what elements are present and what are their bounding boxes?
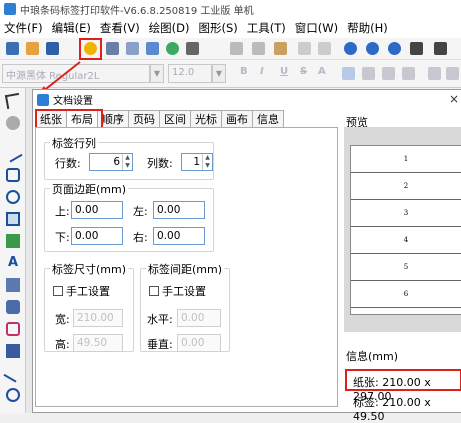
top-margin-input[interactable]: 0.00 <box>71 201 123 219</box>
dialog-title-bar: 文档设置 <box>33 90 461 109</box>
horizontal-spacing-label: 水平: <box>147 313 173 326</box>
left-margin-label: 左: <box>133 205 148 218</box>
vertical-spacing-label: 垂直: <box>147 338 173 351</box>
rows-stepper[interactable]: 6 ▲ ▼ <box>89 153 133 171</box>
preview-label-row: 2 <box>351 173 461 200</box>
vertical-spacing-input[interactable]: 0.00 <box>177 334 221 352</box>
checkbox-box[interactable] <box>53 286 63 296</box>
label-rows-group: 标签行列 行数: 6 ▲ ▼ 列数: 1 ▲ ▼ <box>44 135 214 180</box>
preview-label-row: 5 <box>351 254 461 281</box>
width-label: 宽: <box>55 313 70 326</box>
checkbox-box[interactable] <box>149 286 159 296</box>
tab-range[interactable]: 区间 <box>159 110 191 128</box>
preview-label-row: 1 <box>351 146 461 173</box>
stepper-arrows-icon[interactable]: ▲ ▼ <box>202 154 212 170</box>
cols-label: 列数: <box>147 157 173 170</box>
page-margin-group: 页面边距(mm) 上: 0.00 左: 0.00 下: 0.00 右: 0.00 <box>44 181 214 252</box>
cols-stepper[interactable]: 1 ▲ ▼ <box>181 153 213 171</box>
bottom-margin-label: 下: <box>55 231 70 244</box>
manual-size-label: 手工设置 <box>66 285 110 298</box>
top-margin-label: 上: <box>55 205 70 218</box>
rows-value: 6 <box>113 156 120 168</box>
left-margin-input[interactable]: 0.00 <box>153 201 205 219</box>
stepper-arrows-icon[interactable]: ▲ ▼ <box>122 154 132 170</box>
layout-panel: 标签行列 行数: 6 ▲ ▼ 列数: 1 ▲ ▼ 页面边距(mm) 上: 0.00 … <box>35 127 338 407</box>
manual-size-checkbox[interactable]: 手工设置 <box>53 283 110 299</box>
tab-canvas[interactable]: 画布 <box>221 110 253 128</box>
close-icon[interactable]: × <box>449 92 459 106</box>
dialog-title: 文档设置 <box>53 96 93 107</box>
group-title: 标签行列 <box>50 135 98 151</box>
info-title: 信息(mm) <box>346 350 399 363</box>
preview-label-row: 6 <box>351 281 461 308</box>
bottom-margin-input[interactable]: 0.00 <box>71 227 123 245</box>
label-size-info: 标签: 210.00 x 49.50 <box>353 396 431 423</box>
manual-spacing-checkbox[interactable]: 手工设置 <box>149 283 206 299</box>
paper-info-highlight <box>345 369 461 391</box>
group-title: 标签间距(mm) <box>146 261 225 277</box>
rows-label: 行数: <box>55 157 81 170</box>
tab-cursor[interactable]: 光标 <box>190 110 222 128</box>
label-spacing-group: 标签间距(mm) 手工设置 水平: 0.00 垂直: 0.00 <box>140 261 230 352</box>
label-height-input[interactable]: 49.50 <box>73 334 123 352</box>
preview-label-row: 3 <box>351 200 461 227</box>
cols-value: 1 <box>193 156 200 168</box>
group-title: 页面边距(mm) <box>50 181 129 197</box>
tab-info[interactable]: 信息 <box>252 110 284 128</box>
height-label: 高: <box>55 338 70 351</box>
label-width-input[interactable]: 210.00 <box>73 309 123 327</box>
group-title: 标签尺寸(mm) <box>50 261 129 277</box>
tab-page-number[interactable]: 页码 <box>128 110 160 128</box>
label-size-group: 标签尺寸(mm) 手工设置 宽: 210.00 高: 49.50 <box>44 261 134 352</box>
right-margin-input[interactable]: 0.00 <box>153 227 205 245</box>
preview-paper: 1 2 3 4 5 6 <box>350 145 461 315</box>
horizontal-spacing-input[interactable]: 0.00 <box>177 309 221 327</box>
right-margin-label: 右: <box>133 231 148 244</box>
preview-label-row: 4 <box>351 227 461 254</box>
document-settings-dialog: 文档设置 × 纸张 布局 顺序 页码 区间 光标 画布 信息 标签行列 行数: … <box>32 89 461 423</box>
dialog-icon <box>37 93 49 106</box>
manual-spacing-label: 手工设置 <box>162 285 206 298</box>
preview-area: 1 2 3 4 5 6 <box>344 127 461 332</box>
